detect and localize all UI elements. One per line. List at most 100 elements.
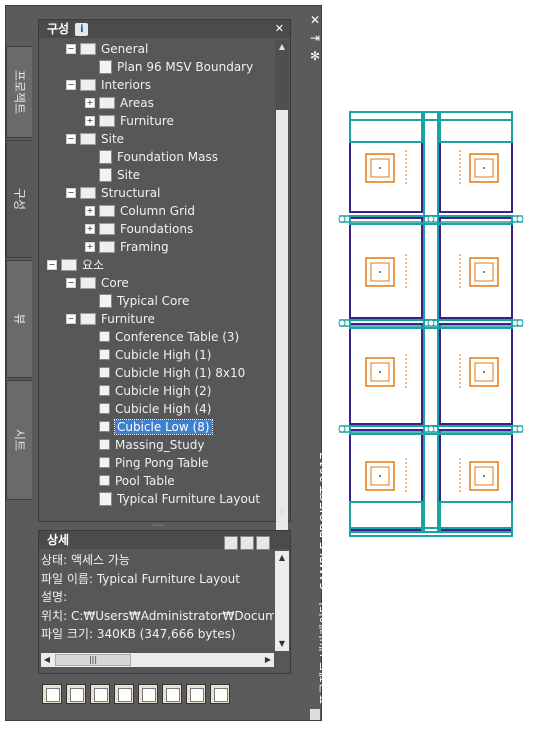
cubicle-frame [439, 429, 513, 531]
tab-sheets[interactable]: 시트 [6, 380, 32, 500]
detail-scroll-up-icon[interactable]: ▲ [275, 551, 289, 565]
add-view-icon[interactable] [114, 684, 134, 704]
toggle-view-icon[interactable] [256, 535, 270, 550]
collapse-icon[interactable]: − [47, 259, 57, 270]
connector [338, 215, 346, 223]
tree-item[interactable]: Cubicle Low (8) [85, 418, 213, 436]
collapse-icon[interactable]: − [66, 133, 76, 144]
scroll-down-icon[interactable]: ▼ [275, 505, 289, 519]
tree-item[interactable]: + Framing [85, 238, 169, 256]
scroll-up-icon[interactable]: ▲ [275, 40, 289, 54]
add-category-icon[interactable] [42, 684, 62, 704]
tab-constructs[interactable]: 구성 [6, 140, 32, 258]
folder-icon [99, 240, 115, 253]
tree-item[interactable]: Typical Furniture Layout [85, 490, 260, 508]
properties-icon[interactable] [162, 684, 182, 704]
tree-vertical-scrollbar[interactable]: ▲ ▼ [275, 40, 289, 530]
scroll-right-icon[interactable]: ▶ [262, 653, 274, 667]
collapse-icon[interactable]: − [66, 187, 76, 198]
constructs-panel: 구성 i ✕ − General Plan 96 MSV Boundary − Inte… [38, 19, 291, 530]
auto-hide-icon[interactable]: ⇥ [308, 31, 322, 45]
tree-item[interactable]: Foundation Mass [85, 148, 218, 166]
detail-body: 상태: 액세스 가능 파일 이름: Typical Furniture Layo… [41, 551, 274, 644]
detail-scroll-down-icon[interactable]: ▼ [275, 637, 289, 651]
tree-item-label: Foundation Mass [117, 150, 219, 164]
collapse-icon[interactable]: − [66, 277, 76, 288]
scroll-thumb[interactable] [276, 110, 288, 530]
tree-item-label: 요소 [82, 258, 105, 272]
tree-item[interactable]: − 요소 [47, 256, 104, 274]
select-icon[interactable] [138, 684, 158, 704]
connector [516, 215, 524, 223]
tree-item[interactable]: − General [66, 40, 148, 58]
tree-item[interactable]: − Core [66, 274, 129, 292]
constructs-panel-title: 구성 [47, 22, 70, 36]
preview-mode-icon[interactable] [224, 535, 238, 550]
detail-mode-icon[interactable] [240, 535, 254, 550]
drawing-file-icon [99, 149, 112, 164]
collapse-icon[interactable]: − [66, 313, 76, 324]
detail-vertical-scrollbar[interactable]: ▲ ▼ [275, 551, 289, 651]
close-icon[interactable]: ✕ [275, 20, 284, 38]
repath-icon[interactable] [210, 684, 230, 704]
tree-item[interactable]: Cubicle High (1) 8x10 [85, 364, 245, 382]
palette-menu-icon[interactable] [310, 709, 320, 720]
tab-views[interactable]: 뷰 [6, 260, 32, 378]
add-construct-icon[interactable] [90, 684, 110, 704]
connector [427, 319, 435, 327]
tree-item[interactable]: Cubicle High (1) [85, 346, 211, 364]
element-file-icon [99, 331, 110, 342]
tree-item[interactable]: + Foundations [85, 220, 193, 238]
folder-icon [99, 114, 115, 127]
drawing-file-icon [99, 491, 112, 506]
tree-item[interactable]: Typical Core [85, 292, 189, 310]
tree-item[interactable]: Massing_Study [85, 436, 204, 454]
panel-splitter[interactable]: ····· [38, 522, 278, 530]
tree-item[interactable]: + Areas [85, 94, 154, 112]
tree-item-label: Cubicle High (2) [115, 384, 212, 398]
detail-horizontal-scrollbar[interactable]: ◀ ||| ▶ [41, 653, 274, 667]
expand-icon[interactable]: + [85, 97, 95, 108]
tree-item[interactable]: − Structural [66, 184, 160, 202]
tree-item[interactable]: − Site [66, 130, 124, 148]
collapse-icon[interactable]: − [66, 79, 76, 90]
horizontal-scroll-thumb[interactable]: ||| [55, 654, 131, 666]
expand-icon[interactable]: + [85, 205, 95, 216]
tree-item[interactable]: Pool Table [85, 472, 175, 490]
folder-icon [61, 258, 77, 271]
element-file-icon [99, 385, 110, 396]
tree-item[interactable]: Cubicle High (4) [85, 400, 211, 418]
tree-item-label: Structural [101, 186, 161, 200]
tree-item[interactable]: − Interiors [66, 76, 151, 94]
element-file-icon [99, 403, 110, 414]
tree-item[interactable]: + Column Grid [85, 202, 195, 220]
info-icon[interactable]: i [75, 23, 89, 36]
folder-icon [80, 78, 96, 91]
tab-constructs-label: 구성 [12, 187, 26, 211]
tree-item-label: Framing [120, 240, 169, 254]
top-panel [349, 111, 423, 143]
tree-item[interactable]: Site [85, 166, 140, 184]
scroll-left-icon[interactable]: ◀ [41, 653, 53, 667]
connector [516, 425, 524, 433]
tree-item[interactable]: Ping Pong Table [85, 454, 209, 472]
tab-project[interactable]: 프로젝트 [6, 46, 32, 138]
tree-item[interactable]: − Furniture [66, 310, 155, 328]
tree-item[interactable]: Cubicle High (2) [85, 382, 211, 400]
expand-icon[interactable]: + [85, 223, 95, 234]
collapse-icon[interactable]: − [66, 43, 76, 54]
add-element-icon[interactable] [66, 684, 86, 704]
properties-icon[interactable]: ✻ [308, 49, 322, 63]
tree-item[interactable]: Plan 96 MSV Boundary [85, 58, 253, 76]
close-icon[interactable]: ✕ [308, 13, 322, 27]
tab-views-label: 뷰 [12, 313, 26, 325]
folder-icon [80, 276, 96, 289]
tree-item[interactable]: Conference Table (3) [85, 328, 239, 346]
element-file-icon [99, 457, 110, 468]
folder-icon [80, 186, 96, 199]
expand-icon[interactable]: + [85, 241, 95, 252]
cubicle-frame [349, 217, 423, 319]
tree-item[interactable]: + Furniture [85, 112, 174, 130]
refresh-icon[interactable] [186, 684, 206, 704]
expand-icon[interactable]: + [85, 115, 95, 126]
